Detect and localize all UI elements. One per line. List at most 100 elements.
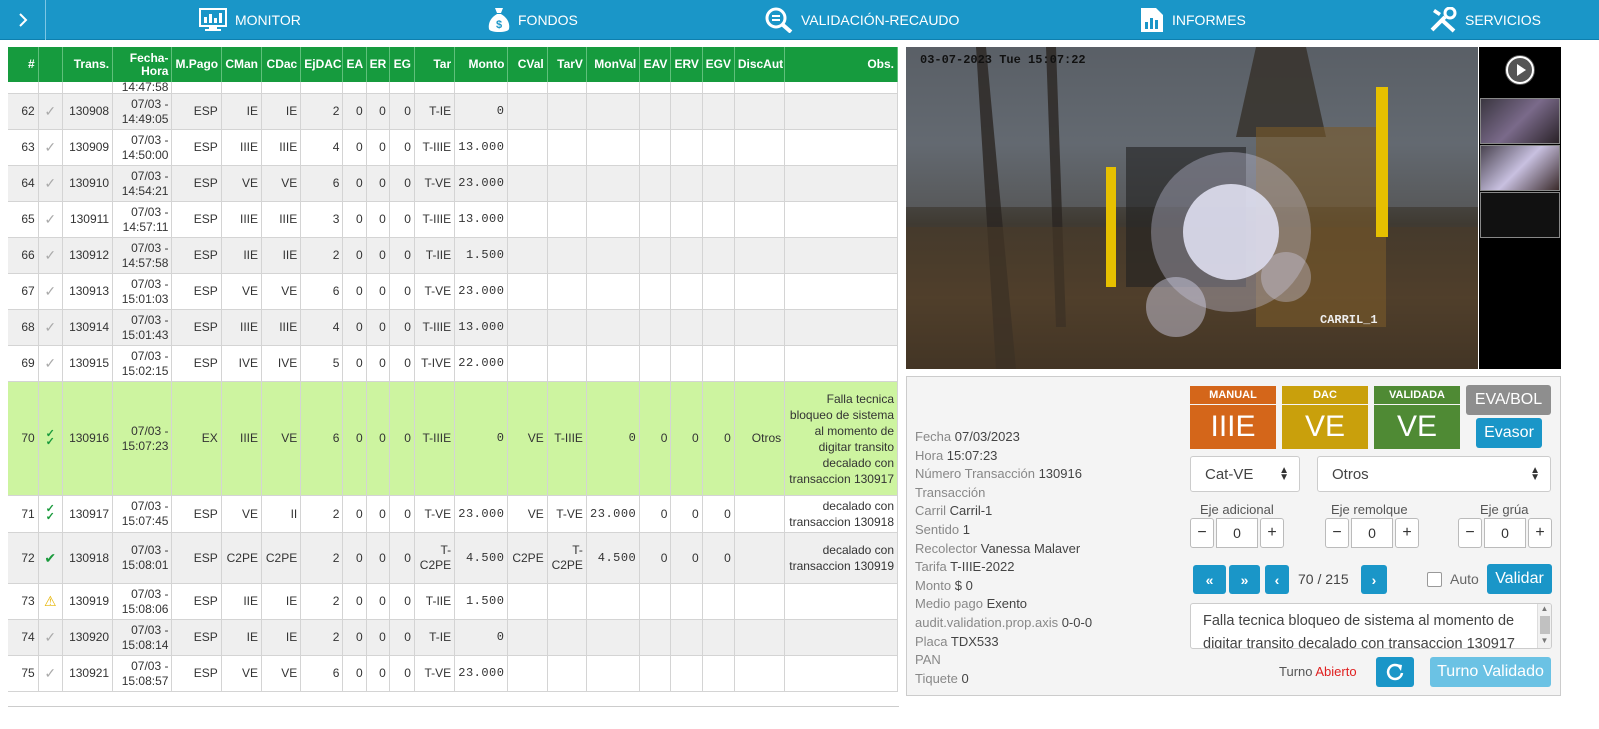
table-row[interactable]: 67 ✓ 130913 07/03 -15:01:03 ESP VE VE 6 0 0 0 T-VE 2… — [8, 273, 898, 310]
cell-monval: 0 — [586, 381, 641, 496]
nav-servicios[interactable]: SERVICIOS — [1429, 0, 1541, 40]
table-row[interactable]: 66 ✓ 130912 07/03 -14:57:58 ESP IIE IIE 2 0 0 0 T-I… — [8, 237, 898, 274]
notes-textarea[interactable]: Falla tecnica bloqueo de sistema al mome… — [1190, 603, 1552, 649]
col-header-fecha-hora[interactable]: Fecha-Hora — [112, 47, 173, 82]
validar-button[interactable]: Validar — [1487, 564, 1552, 594]
thumbnail-2[interactable] — [1480, 145, 1560, 191]
scroll-thumb[interactable] — [1539, 616, 1550, 634]
eje-grua-value[interactable]: 0 — [1484, 518, 1526, 548]
info-value: 130916 — [1038, 466, 1082, 482]
cell-monto: 13.000 — [454, 309, 509, 346]
turno-validado-button[interactable]: Turno Validado — [1430, 657, 1551, 687]
cell-ea: 0 — [342, 345, 367, 382]
cell-cman: C2PE — [221, 532, 263, 584]
col-header-egv[interactable]: EGV — [702, 47, 735, 82]
decrement-button[interactable]: − — [1325, 518, 1349, 548]
eje-remolque-value[interactable]: 0 — [1351, 518, 1393, 548]
cell-fecha-hora: 07/03 -15:08:06 — [112, 583, 173, 620]
cell-cdac: IIE — [261, 237, 302, 274]
nav-informes[interactable]: INFORMES — [1140, 0, 1246, 40]
col-header-ejdac[interactable]: EjDAC — [300, 47, 344, 82]
check-icon: ✓ — [38, 201, 63, 238]
col-header-monval[interactable]: MonVal — [586, 47, 641, 82]
eje-adicional-value[interactable]: 0 — [1216, 518, 1258, 548]
col-header-cval[interactable]: CVal — [507, 47, 548, 82]
thumbnail-3[interactable] — [1480, 192, 1560, 238]
col-header-tar[interactable]: Tar — [414, 47, 456, 82]
next-button[interactable]: › — [1361, 565, 1387, 594]
table-row[interactable]: 63 ✓ 130909 07/03 -14:50:00 ESP IIIE IIIE 4 0 0 0 T… — [8, 129, 898, 166]
category-select[interactable]: Cat-VE ▲ ▼ — [1190, 456, 1300, 492]
col-header-tarv[interactable]: TarV — [547, 47, 587, 82]
decrement-button[interactable]: − — [1190, 518, 1214, 548]
cell-ea: 0 — [342, 129, 367, 166]
cell-mpago: EX — [171, 381, 222, 496]
next-unvalidated-button[interactable]: » — [1229, 565, 1260, 594]
table-row[interactable]: 69 ✓ 130915 07/03 -15:02:15 ESP IVE IVE 5 0 0 0 T-I… — [8, 345, 898, 382]
camera-image[interactable]: 03-07-2023 Tue 15:07:22 CARRIL_1 — [906, 47, 1478, 369]
decrement-button[interactable]: − — [1458, 518, 1482, 548]
cell-time: 14:50:00 — [121, 147, 169, 162]
cell-n: 71 — [8, 495, 39, 533]
notes-text: Falla tecnica bloqueo de sistema al mome… — [1203, 613, 1515, 649]
transactions-table-container: # Trans. Fecha-Hora M.Pago CMan CDac EjD… — [8, 47, 899, 707]
increment-button[interactable]: + — [1528, 518, 1552, 548]
col-header-er[interactable]: ER — [366, 47, 390, 82]
cell-monval — [586, 655, 641, 692]
col-header-discaut[interactable]: DiscAut — [734, 47, 786, 82]
table-row-partial[interactable]: 14:47:58 — [8, 82, 898, 94]
table-row[interactable]: 70 ✓ ✓ 130916 07/03 -15:07:23 EX IIIE VE 6 0 0 0 T-I… — [8, 381, 898, 496]
cell-eg: 0 — [389, 273, 415, 310]
cell-tarv — [547, 129, 587, 166]
auto-checkbox[interactable] — [1427, 572, 1442, 587]
col-header-cdac[interactable]: CDac — [261, 47, 302, 82]
eva-bol-button[interactable]: EVA/BOL — [1466, 385, 1551, 415]
prev-button[interactable]: ‹ — [1265, 565, 1289, 594]
nav-validacion-recaudo[interactable]: VALIDACIÓN-RECAUDO — [765, 0, 959, 40]
table-row[interactable]: 68 ✓ 130914 07/03 -15:01:43 ESP IIIE IIIE 4 0 0 0 T… — [8, 309, 898, 346]
table-row[interactable]: 75 ✓ 130921 07/03 -15:08:57 ESP VE VE 6 0 0 0 T-VE 2… — [8, 655, 898, 692]
col-header-trans[interactable]: Trans. — [62, 47, 114, 82]
nav-fondos[interactable]: $ FONDOS — [488, 0, 578, 40]
cell-cval: VE — [507, 381, 548, 496]
col-header-status[interactable] — [38, 47, 63, 82]
eje-remolque-label: Eje remolque — [1331, 502, 1408, 517]
evasor-button[interactable]: Evasor — [1476, 418, 1542, 448]
info-label: PAN — [915, 652, 941, 668]
col-header-eav[interactable]: EAV — [639, 47, 672, 82]
refresh-button[interactable] — [1376, 657, 1414, 687]
col-header-erv[interactable]: ERV — [670, 47, 703, 82]
increment-button[interactable]: + — [1395, 518, 1419, 548]
cell-erv — [670, 583, 703, 620]
table-row[interactable]: 65 ✓ 130911 07/03 -14:57:11 ESP IIIE IIIE 3 0 0 0 T… — [8, 201, 898, 238]
table-row[interactable]: 71 ✓ ✓ 130917 07/03 -15:07:45 ESP VE II 2 0 0 0 T-VE… — [8, 495, 898, 533]
cell-tarv — [547, 273, 587, 310]
table-row[interactable]: 72 ✔ 130918 07/03 -15:08:01 ESP C2PE C2PE 2 0 0 0 T… — [8, 532, 898, 584]
col-header-monto[interactable]: Monto — [454, 47, 509, 82]
table-row[interactable]: 74 ✓ 130920 07/03 -15:08:14 ESP IE IE 2 0 0 0 T-IE 0 — [8, 619, 898, 656]
col-header-ea[interactable]: EA — [342, 47, 367, 82]
info-label: Monto — [915, 577, 955, 593]
thumbnail-1[interactable] — [1480, 98, 1560, 144]
col-header-mpago[interactable]: M.Pago — [171, 47, 222, 82]
table-row[interactable]: 73 ⚠ 130919 07/03 -15:08:06 ESP IIE IE 2 0 0 0 T-II… — [8, 583, 898, 620]
col-header-obs[interactable]: Obs. — [784, 47, 898, 82]
col-header-eg[interactable]: EG — [389, 47, 415, 82]
nav-monitor[interactable]: MONITOR — [199, 0, 301, 40]
cell-monval: 23.000 — [586, 495, 641, 533]
col-header-cman[interactable]: CMan — [221, 47, 263, 82]
increment-button[interactable]: + — [1260, 518, 1284, 548]
first-page-button[interactable]: « — [1193, 565, 1226, 594]
table-row[interactable]: 64 ✓ 130910 07/03 -14:54:21 ESP VE VE 6 0 0 0 T-VE 2… — [8, 165, 898, 202]
cell-fecha-hora: 07/03 -14:50:00 — [112, 129, 173, 166]
reason-select[interactable]: Otros ▲ ▼ — [1317, 456, 1551, 492]
notes-scrollbar[interactable]: ▲ ▼ — [1537, 604, 1551, 648]
play-button[interactable] — [1505, 55, 1535, 85]
cell-egv — [702, 237, 735, 274]
cell-eg: 0 — [389, 201, 415, 238]
cell-time: 15:08:06 — [121, 601, 169, 616]
col-header-num[interactable]: # — [8, 47, 39, 82]
cell-disc — [734, 583, 786, 620]
table-row[interactable]: 62 ✓ 130908 07/03 -14:49:05 ESP IE IE 2 0 0 0 T-IE 0 — [8, 93, 898, 130]
menu-toggle-button[interactable] — [0, 0, 46, 40]
